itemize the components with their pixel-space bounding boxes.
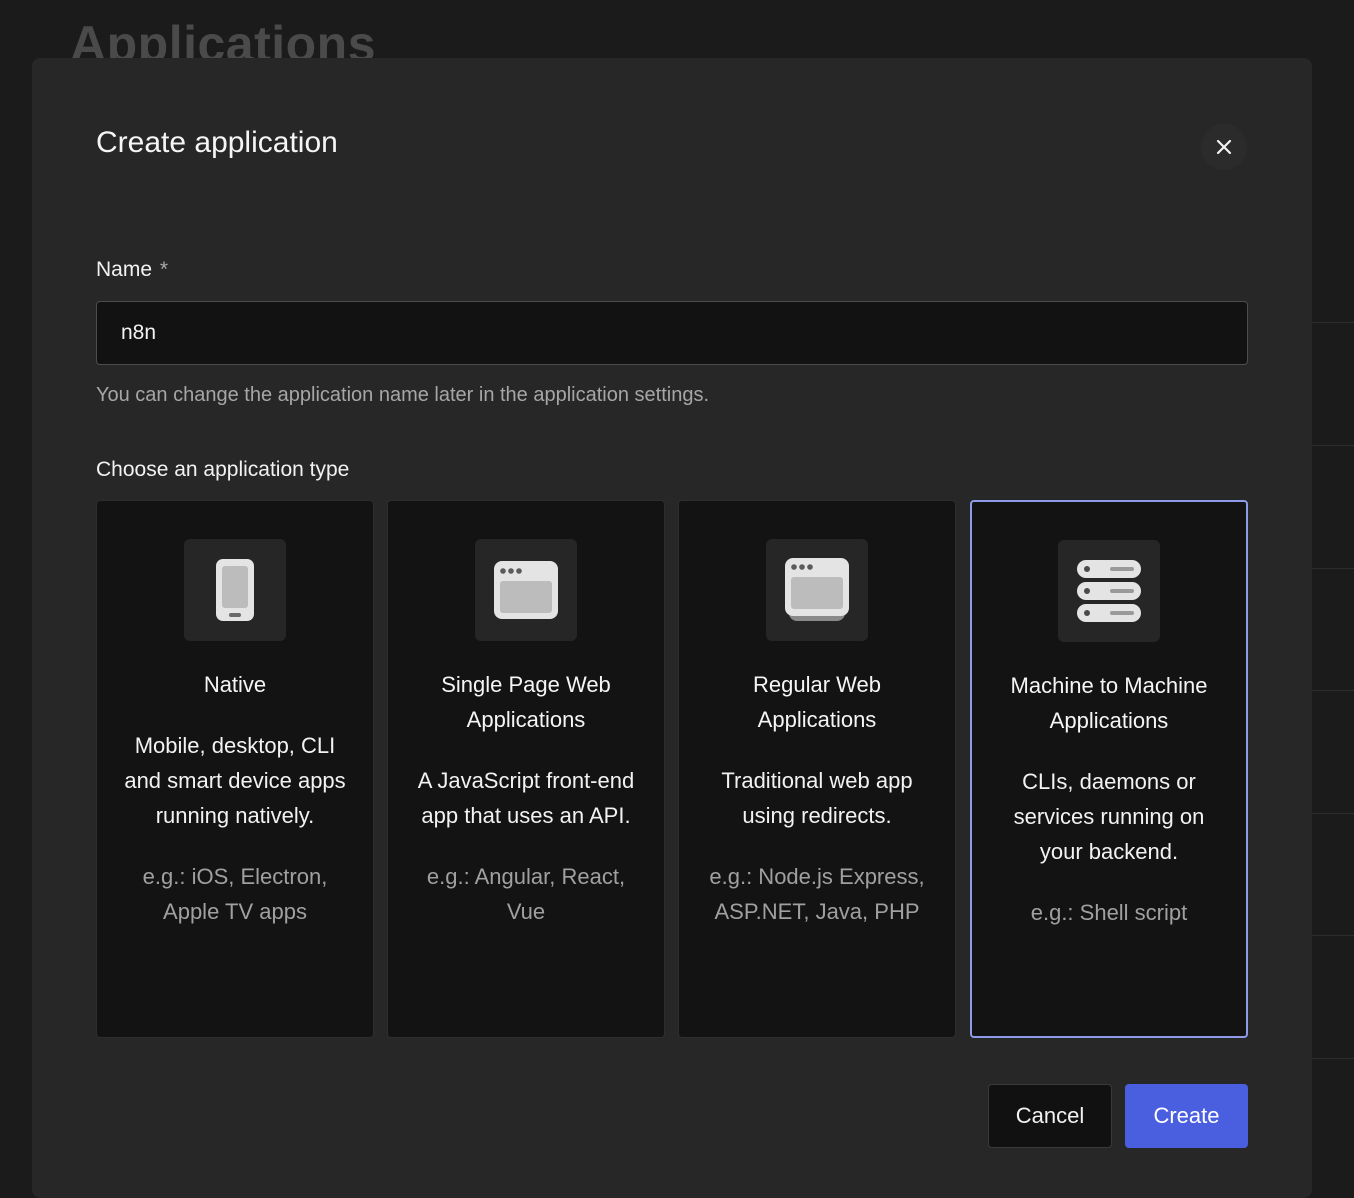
background-list-dividers (1310, 0, 1354, 1188)
name-help-text: You can change the application name late… (96, 384, 710, 406)
card-description: Mobile, desktop, CLI and smart device ap… (124, 733, 346, 828)
card-title: Regular Web Applications (753, 672, 881, 732)
card-title: Native (203, 672, 267, 697)
divider (1310, 568, 1354, 569)
required-marker: * (159, 258, 169, 281)
app-type-card-regular-web[interactable]: Regular Web Applications Traditional web… (678, 500, 956, 1038)
app-type-card-spa[interactable]: Single Page Web Applications A JavaScrip… (387, 500, 665, 1038)
card-description: A JavaScript front-end app that uses an … (417, 768, 635, 828)
divider (1310, 935, 1354, 936)
card-description: CLIs, daemons or services running on you… (1013, 769, 1205, 864)
divider (1310, 1058, 1354, 1059)
card-description: Traditional web app using redirects. (721, 768, 913, 828)
browser-stack-icon (766, 539, 868, 641)
modal-title: Create application (96, 126, 338, 159)
app-type-card-machine-to-machine[interactable]: Machine to Machine Applications CLIs, da… (970, 500, 1248, 1038)
card-examples: e.g.: Angular, React, Vue (426, 864, 626, 924)
card-examples: e.g.: Shell script (1030, 900, 1188, 925)
name-input[interactable] (96, 301, 1248, 365)
server-icon (1058, 540, 1160, 642)
browser-window-icon (475, 539, 577, 641)
phone-icon (184, 539, 286, 641)
name-field-label: Name * (96, 258, 168, 282)
cancel-button[interactable]: Cancel (988, 1084, 1112, 1148)
divider (1310, 813, 1354, 814)
divider (1310, 690, 1354, 691)
app-type-card-native[interactable]: Native Mobile, desktop, CLI and smart de… (96, 500, 374, 1038)
card-title: Machine to Machine Applications (1010, 673, 1208, 733)
background-page-title: Applications (70, 16, 377, 60)
create-button[interactable]: Create (1125, 1084, 1248, 1148)
divider (1310, 322, 1354, 323)
divider (1310, 445, 1354, 446)
close-icon (1216, 139, 1232, 155)
application-type-options: Native Mobile, desktop, CLI and smart de… (96, 500, 1248, 1038)
name-label-text: Name (96, 258, 153, 281)
card-examples: e.g.: iOS, Electron, Apple TV apps (142, 864, 328, 924)
application-type-label: Choose an application type (96, 458, 350, 481)
close-button[interactable] (1201, 124, 1247, 170)
create-application-modal: Create application Name * You can change… (32, 58, 1312, 1198)
card-title: Single Page Web Applications (441, 672, 611, 732)
card-examples: e.g.: Node.js Express, ASP.NET, Java, PH… (709, 864, 925, 924)
